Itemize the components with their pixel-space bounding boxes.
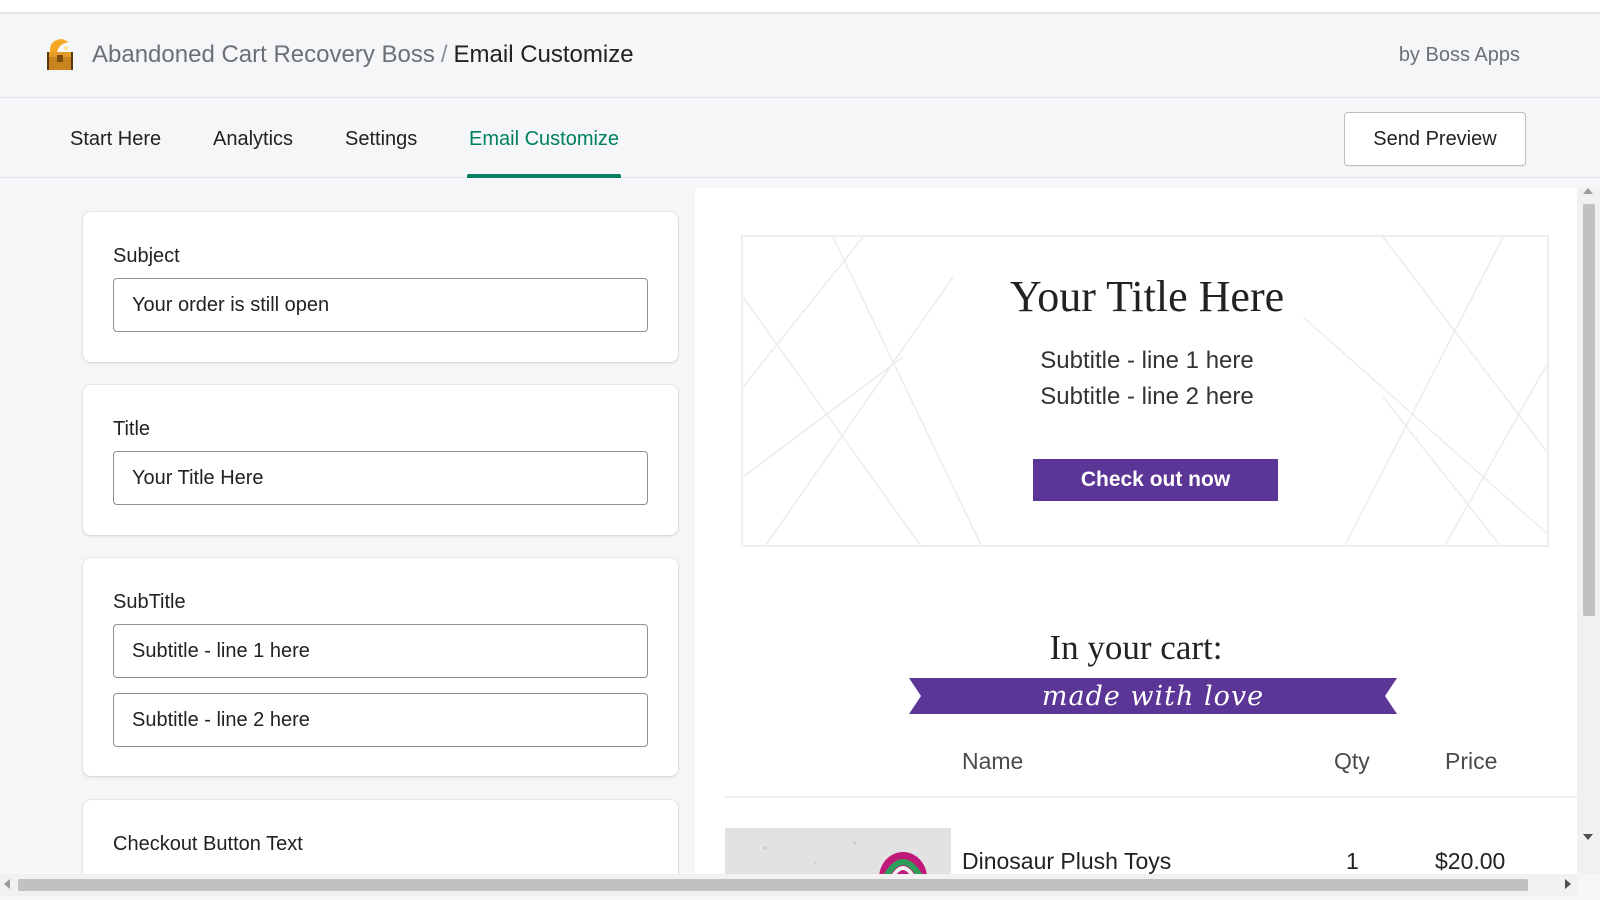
subtitle-line2-input[interactable]: Subtitle - line 2 here xyxy=(113,693,648,747)
breadcrumb: Abandoned Cart Recovery Boss / Email Cus… xyxy=(92,41,634,69)
preview-title: Your Title Here xyxy=(1009,272,1285,321)
scroll-right-arrow-icon[interactable] xyxy=(1565,879,1571,889)
app-header: Abandoned Cart Recovery Boss / Email Cus… xyxy=(0,14,1600,98)
breadcrumb-current-page: Email Customize xyxy=(453,41,634,68)
cart-item-name: Dinosaur Plush Toys xyxy=(962,848,1172,874)
settings-form-pane[interactable]: Subject Your order is still open Title Y… xyxy=(0,179,695,874)
cart-divider xyxy=(725,796,1577,798)
subject-label: Subject xyxy=(113,245,180,267)
ribbon-text: made with love xyxy=(1041,680,1265,712)
scroll-down-arrow-icon[interactable] xyxy=(1583,834,1593,840)
browser-top-strip xyxy=(0,0,1600,14)
breadcrumb-separator: / xyxy=(440,41,448,68)
cart-item-qty: 1 xyxy=(1346,848,1359,874)
tab-bar: Start Here Analytics Settings Email Cust… xyxy=(0,98,1600,178)
column-header-name: Name xyxy=(962,748,1024,774)
vendor-link[interactable]: by Boss Apps xyxy=(1399,44,1520,67)
email-hero: Your Title Here Subtitle - line 1 here S… xyxy=(741,235,1549,547)
subject-input[interactable]: Your order is still open xyxy=(113,278,648,332)
subtitle-label: SubTitle xyxy=(113,591,186,613)
scroll-left-arrow-icon[interactable] xyxy=(4,879,10,889)
checkout-button-card: Checkout Button Text xyxy=(83,800,678,874)
title-card: Title Your Title Here xyxy=(83,385,678,535)
tab-start-here[interactable]: Start Here xyxy=(70,128,161,178)
preview-subtitle-line1: Subtitle - line 1 here xyxy=(1040,347,1254,374)
column-header-qty: Qty xyxy=(1334,748,1370,774)
title-input[interactable]: Your Title Here xyxy=(113,451,648,505)
preview-subtitle-line2: Subtitle - line 2 here xyxy=(1040,383,1254,410)
tab-settings[interactable]: Settings xyxy=(345,128,417,178)
checkout-button-text-label: Checkout Button Text xyxy=(113,833,303,855)
vertical-scrollbar[interactable] xyxy=(1577,188,1600,874)
email-preview-pane[interactable]: Your Title Here Subtitle - line 1 here S… xyxy=(695,188,1577,874)
subtitle-card: SubTitle Subtitle - line 1 here Subtitle… xyxy=(83,558,678,776)
subtitle-line1-input[interactable]: Subtitle - line 1 here xyxy=(113,624,648,678)
horizontal-scrollbar[interactable] xyxy=(0,874,1577,896)
treasure-chest-icon xyxy=(44,36,78,74)
column-header-price: Price xyxy=(1445,748,1498,774)
title-label: Title xyxy=(113,418,151,440)
tab-email-customize[interactable]: Email Customize xyxy=(466,128,622,178)
cart-heading: In your cart: xyxy=(1049,628,1223,667)
tab-analytics[interactable]: Analytics xyxy=(213,128,293,178)
cart-item-price: $20.00 xyxy=(1435,848,1506,874)
vertical-scroll-thumb[interactable] xyxy=(1583,204,1595,616)
subject-card: Subject Your order is still open xyxy=(83,212,678,362)
scroll-up-arrow-icon[interactable] xyxy=(1583,188,1593,194)
send-preview-button[interactable]: Send Preview xyxy=(1344,112,1526,166)
preview-checkout-button[interactable]: Check out now xyxy=(1033,459,1278,501)
product-thumbnail xyxy=(725,828,951,874)
horizontal-scroll-thumb[interactable] xyxy=(18,879,1528,891)
breadcrumb-app-link[interactable]: Abandoned Cart Recovery Boss xyxy=(92,41,435,69)
